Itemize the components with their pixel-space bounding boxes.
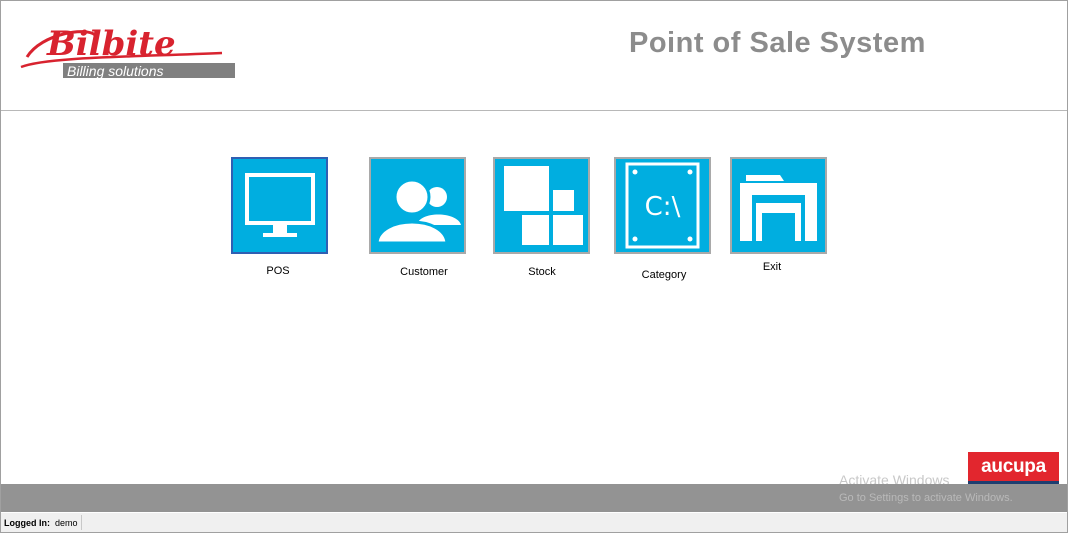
stock-tile-label: Stock [528,266,556,278]
aucupa-logo-underline [968,481,1059,484]
monitor-icon [245,173,315,237]
users-icon [375,178,461,245]
aucupa-logo: aucupa [968,452,1059,481]
blocks-icon [504,166,583,245]
logo-tagline: Billing solutions [67,63,164,79]
logged-in-user: demo [55,518,78,528]
drive-icon-text: C:\ [645,192,681,222]
exit-tile-label: Exit [762,261,782,273]
stock-tile-button[interactable] [493,157,590,254]
bilbite-logo: Bilbite Billing solutions [20,24,235,79]
pos-tile-button[interactable] [231,157,328,254]
activate-windows-subtitle: Go to Settings to activate Windows. [839,492,1013,504]
customer-tile-label: Customer [400,266,448,278]
header: Bilbite Billing solutions Point of Sale … [1,1,1067,111]
page-title: Point of Sale System [629,27,926,59]
pos-tile-label: POS [266,265,290,277]
drive-icon: C:\ [625,162,700,249]
status-bar: Logged In: demo [1,513,1067,532]
logged-in-label: Logged In: [4,518,50,528]
category-tile-button[interactable]: C:\ [614,157,711,254]
customer-tile-button[interactable] [369,157,466,254]
logo-brand-text: Bilbite [46,24,176,64]
category-tile-label: Category [641,269,687,281]
window-exit-icon [740,175,817,241]
exit-tile-button[interactable] [730,157,827,254]
status-separator [81,515,82,530]
